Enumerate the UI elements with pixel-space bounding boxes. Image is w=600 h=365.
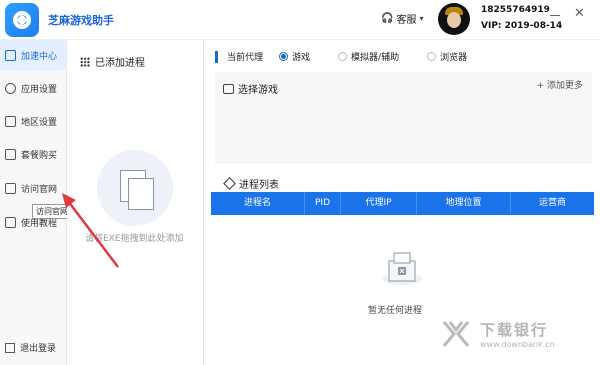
table-header: 进程名 PID 代理IP 地理位置 运营商 [211, 192, 594, 215]
user-phone: 18255764919 [481, 5, 550, 15]
close-button[interactable]: ✕ [574, 6, 585, 21]
radio-emulator[interactable] [338, 52, 348, 61]
tooltip: 访问官网 [32, 204, 72, 219]
column-header[interactable]: 进程名 [211, 192, 305, 215]
title-bar: 芝麻游戏助手 🎧 客服 ▾ 18255764919 VIP: 2019-08-1… [0, 0, 600, 40]
empty-box-icon [382, 252, 422, 285]
app-logo-icon [5, 3, 39, 37]
radio-browser[interactable] [427, 52, 437, 61]
drop-hint: 请将EXE拖拽到此处添加 [85, 234, 184, 244]
added-process-panel: 已添加进程 请将EXE拖拽到此处添加 [67, 40, 204, 365]
sidebar-item-accelerate[interactable]: 加速中心 [0, 40, 67, 70]
sidebar-item-purchase[interactable]: 套餐购买 [0, 139, 67, 169]
proxy-selector: 当前代理 游戏 模拟器/辅助 浏览器 [215, 50, 489, 63]
select-game-title: 选择游戏 [238, 85, 278, 96]
radio-label: 游戏 [292, 53, 311, 63]
cube-icon [223, 177, 236, 190]
document-icon [128, 178, 154, 210]
logout-icon [5, 342, 15, 353]
panel-title-label: 已添加进程 [95, 58, 145, 69]
book-icon [5, 216, 16, 228]
section-marker [215, 50, 218, 63]
avatar[interactable] [438, 3, 470, 35]
game-icon [223, 83, 234, 94]
chevron-down-icon: ▾ [419, 14, 424, 23]
column-header[interactable]: 代理IP [341, 192, 417, 215]
column-header[interactable]: 运营商 [511, 192, 594, 215]
drop-zone[interactable] [97, 150, 173, 226]
proxy-title: 当前代理 [227, 53, 264, 63]
logout-label: 退出登录 [20, 344, 57, 354]
settings-icon [5, 82, 16, 94]
column-header[interactable]: 地理位置 [417, 192, 511, 215]
radio-label: 模拟器/辅助 [351, 53, 400, 63]
sidebar-item-app-settings[interactable]: 应用设置 [0, 73, 67, 103]
watermark-logo-icon [442, 321, 470, 347]
gamepad-icon [5, 49, 16, 61]
sidebar-item-label: 地区设置 [21, 117, 58, 128]
column-header[interactable]: PID [305, 192, 341, 215]
sidebar-item-label: 加速中心 [21, 51, 58, 62]
sidebar-item-region[interactable]: 地区设置 [0, 106, 67, 136]
home-icon [5, 182, 16, 194]
minimize-button[interactable] [548, 8, 562, 22]
watermark: 下载银行 www.downbank.cn [440, 318, 555, 350]
support-button[interactable]: 🎧 客服 ▾ [381, 11, 423, 26]
watermark-main: 下载银行 [480, 321, 549, 339]
sidebar-item-label: 套餐购买 [21, 150, 58, 161]
grid-icon [80, 56, 90, 67]
radio-label: 浏览器 [440, 53, 468, 63]
cart-icon [5, 148, 16, 160]
watermark-sub: www.downbank.cn [480, 340, 555, 349]
support-label: 客服 [396, 15, 417, 26]
add-more-button[interactable]: + 添加更多 [537, 78, 583, 91]
app-title: 芝麻游戏助手 [48, 14, 114, 27]
process-list-title: 进程列表 [239, 180, 279, 191]
panel-title: 已添加进程 [80, 54, 145, 69]
sidebar-item-website[interactable]: 访问官网 [0, 173, 67, 203]
region-icon [5, 115, 16, 127]
headset-icon: 🎧 [381, 13, 394, 24]
process-list-header: 进程列表 [223, 176, 279, 191]
empty-state-text: 暂无任何进程 [368, 306, 423, 316]
select-game-area: 选择游戏 + 添加更多 [215, 72, 592, 164]
sidebar: 加速中心 应用设置 地区设置 套餐购买 访问官网 使用教程 [0, 40, 67, 365]
sidebar-item-label: 应用设置 [21, 84, 58, 95]
sidebar-item-label: 访问官网 [21, 184, 58, 195]
radio-game[interactable] [279, 52, 289, 61]
user-vip-expiry: VIP: 2019-08-14 [481, 21, 563, 31]
main-panel: 当前代理 游戏 模拟器/辅助 浏览器 选择游戏 + 添加更多 进程列表 进程名 … [205, 40, 600, 365]
select-game-header: 选择游戏 [223, 81, 278, 96]
logout-button[interactable]: 退出登录 [5, 341, 56, 354]
